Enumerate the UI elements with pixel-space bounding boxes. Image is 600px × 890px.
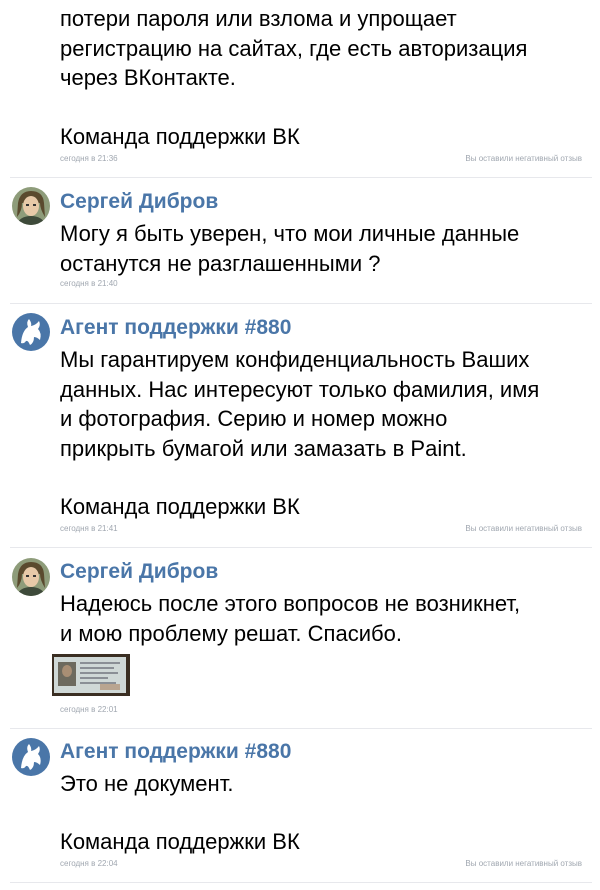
message-text-line: потери пароля или взлома и упрощает	[60, 6, 457, 31]
message-timestamp[interactable]: сегодня в 22:01	[60, 705, 118, 715]
message-separator	[10, 177, 592, 178]
message-author[interactable]: Агент поддержки #880	[60, 739, 291, 765]
message-signature: Команда поддержки ВК	[60, 124, 300, 149]
message-separator	[10, 882, 592, 883]
message-text-line: и мою проблему решат. Спасибо.	[60, 621, 402, 646]
support-avatar[interactable]	[12, 313, 50, 351]
message-separator	[10, 728, 592, 729]
message-text-line: Надеюсь после этого вопросов не возникне…	[60, 591, 521, 616]
message-feed: потери пароля или взлома и упрощает реги…	[0, 0, 600, 890]
user-avatar[interactable]	[12, 558, 50, 596]
feedback-status[interactable]: Вы оставили негативный отзыв	[465, 154, 582, 164]
feedback-status[interactable]: Вы оставили негативный отзыв	[465, 524, 582, 534]
message-signature: Команда поддержки ВК	[60, 494, 300, 519]
message-separator	[10, 303, 592, 304]
message-timestamp[interactable]: сегодня в 22:04	[60, 859, 118, 869]
message-text-line: через ВКонтакте.	[60, 65, 236, 90]
message-text-line: останутся не разглашенными ?	[60, 251, 381, 276]
message-timestamp[interactable]: сегодня в 21:41	[60, 524, 118, 534]
message-author[interactable]: Агент поддержки #880	[60, 315, 291, 341]
message-text-line: Это не документ.	[60, 771, 234, 796]
message-text-line: регистрацию на сайтах, где есть авториза…	[60, 36, 528, 61]
user-avatar[interactable]	[12, 187, 50, 225]
message-text-line: данных. Нас интересуют только фамилия, и…	[60, 377, 540, 402]
support-avatar[interactable]	[12, 738, 50, 776]
message-author[interactable]: Сергей Дибров	[60, 189, 218, 215]
message-separator	[10, 547, 592, 548]
message-signature: Команда поддержки ВК	[60, 829, 300, 854]
message-text-line: и фотография. Серию и номер можно	[60, 406, 448, 431]
document-photo-attachment[interactable]	[52, 654, 130, 696]
message-timestamp[interactable]: сегодня в 21:40	[60, 279, 118, 289]
message-author[interactable]: Сергей Дибров	[60, 559, 218, 585]
message-timestamp[interactable]: сегодня в 21:36	[60, 154, 118, 164]
message-text-line: прикрыть бумагой или замазать в Paint.	[60, 436, 467, 461]
feedback-status[interactable]: Вы оставили негативный отзыв	[465, 859, 582, 869]
message-text-line: Мы гарантируем конфиденциальность Ваших	[60, 347, 530, 372]
message-text-line: Могу я быть уверен, что мои личные данны…	[60, 221, 520, 246]
